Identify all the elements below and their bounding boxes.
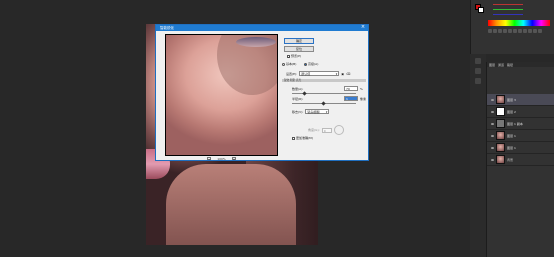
checkbox-check-icon: ✓	[287, 54, 291, 59]
layer-thumbnail	[496, 131, 505, 140]
close-icon[interactable]: ×	[359, 25, 367, 31]
bw-icon[interactable]	[523, 29, 527, 33]
info-icon[interactable]	[475, 78, 481, 84]
properties-icon[interactable]	[475, 68, 481, 74]
layer-thumbnail	[496, 119, 505, 128]
cancel-button[interactable]: 复位	[284, 46, 314, 52]
remove-row: 移去(V): 镜头模糊	[292, 109, 330, 114]
preview-eye	[236, 37, 276, 47]
delete-icon[interactable]: ⌫	[346, 72, 350, 76]
radius-row: 半径(R): 1 像素	[292, 96, 367, 101]
curves-icon[interactable]	[498, 29, 502, 33]
layers-panel: 图层 通道 路径 图层 3 图层 2 图层 1 副本 图层 1 图层 1 背景	[486, 62, 554, 257]
visibility-eye-icon[interactable]	[491, 122, 494, 125]
visibility-eye-icon[interactable]	[491, 134, 494, 137]
exposure-icon[interactable]	[503, 29, 507, 33]
history-icon[interactable]	[475, 58, 481, 64]
amount-input[interactable]: 79	[344, 86, 358, 91]
panel-icon-strip	[470, 54, 486, 257]
layer-row[interactable]: 图层 2	[487, 106, 554, 118]
settings-row: 设置(E): 默认值 ▣ ⌫	[286, 71, 350, 76]
mixer-icon[interactable]	[533, 29, 537, 33]
blue-channel-bar	[493, 14, 523, 15]
tab-channels[interactable]: 通道	[498, 63, 504, 67]
mode-basic-radio[interactable]: 基本(B)	[282, 62, 296, 66]
layer-row[interactable]: 图层 1	[487, 142, 554, 154]
zoom-level: 100%	[217, 156, 226, 161]
zoom-bar: − 100% +	[165, 156, 278, 161]
dialog-title: 智能锐化	[160, 25, 174, 30]
ok-button[interactable]: 确定	[284, 38, 314, 44]
amount-slider[interactable]	[292, 91, 356, 96]
dialog-titlebar[interactable]: 智能锐化	[156, 25, 368, 31]
tab-layers[interactable]: 图层	[489, 63, 495, 67]
layer-row[interactable]: 图层 3	[487, 94, 554, 106]
green-channel-bar	[493, 9, 523, 10]
mode-advanced-radio[interactable]: 高级(A)	[304, 62, 318, 66]
radius-slider[interactable]	[292, 101, 356, 106]
background-color-swatch[interactable]	[478, 7, 484, 13]
layer-row[interactable]: 图层 1	[487, 130, 554, 142]
settings-select[interactable]: 默认值	[299, 71, 340, 76]
radius-input[interactable]: 1	[344, 96, 358, 101]
red-channel-bar	[493, 4, 523, 5]
radius-slider-handle[interactable]	[321, 101, 326, 106]
angle-dial-icon[interactable]	[333, 125, 344, 135]
layer-thumbnail	[496, 107, 505, 116]
layer-thumbnail	[496, 95, 505, 104]
tabs-bar[interactable]: 锐化 阴影 高光	[282, 79, 366, 82]
angle-input[interactable]: 0	[321, 127, 332, 133]
tab-paths[interactable]: 路径	[507, 63, 513, 67]
visibility-eye-icon[interactable]	[491, 110, 494, 113]
adjustments-icons	[488, 29, 550, 43]
layer-thumbnail	[496, 155, 505, 164]
brightness-icon[interactable]	[488, 29, 492, 33]
angle-row: 角度(G): 0	[308, 125, 344, 135]
smart-sharpen-dialog: 智能锐化 × − 100% + 确定 复位 ✓ 预览(P) 基本(B) 高级(A)…	[155, 24, 369, 161]
visibility-eye-icon[interactable]	[491, 158, 494, 161]
visibility-eye-icon[interactable]	[491, 98, 494, 101]
visibility-eye-icon[interactable]	[491, 146, 494, 149]
levels-icon[interactable]	[493, 29, 497, 33]
photoshop-workspace: 智能锐化 × − 100% + 确定 复位 ✓ 预览(P) 基本(B) 高级(A)…	[0, 0, 554, 257]
photo-neck-region	[166, 164, 296, 245]
amount-slider-handle[interactable]	[302, 91, 307, 96]
layer-row[interactable]: 背景	[487, 154, 554, 166]
save-icon[interactable]: ▣	[341, 72, 344, 76]
vibrance-icon[interactable]	[508, 29, 512, 33]
preview-checkbox[interactable]: ✓ 预览(P)	[287, 54, 301, 58]
more-accurate-checkbox[interactable]: 更加准确(M)	[292, 136, 313, 140]
lookup-icon[interactable]	[538, 29, 542, 33]
zoom-out-button[interactable]: −	[207, 157, 212, 161]
balance-icon[interactable]	[518, 29, 522, 33]
color-spectrum-bar[interactable]	[488, 20, 550, 26]
amount-row: 数量(A): 79 %	[292, 86, 363, 91]
color-panel	[470, 0, 554, 54]
hue-icon[interactable]	[513, 29, 517, 33]
remove-select[interactable]: 镜头模糊	[305, 109, 330, 114]
photo-filter-icon[interactable]	[528, 29, 532, 33]
zoom-in-button[interactable]: +	[231, 157, 236, 161]
preview-pane[interactable]	[165, 34, 278, 156]
layer-row[interactable]: 图层 1 副本	[487, 118, 554, 130]
layers-tabs: 图层 通道 路径	[487, 62, 554, 67]
layer-thumbnail	[496, 143, 505, 152]
